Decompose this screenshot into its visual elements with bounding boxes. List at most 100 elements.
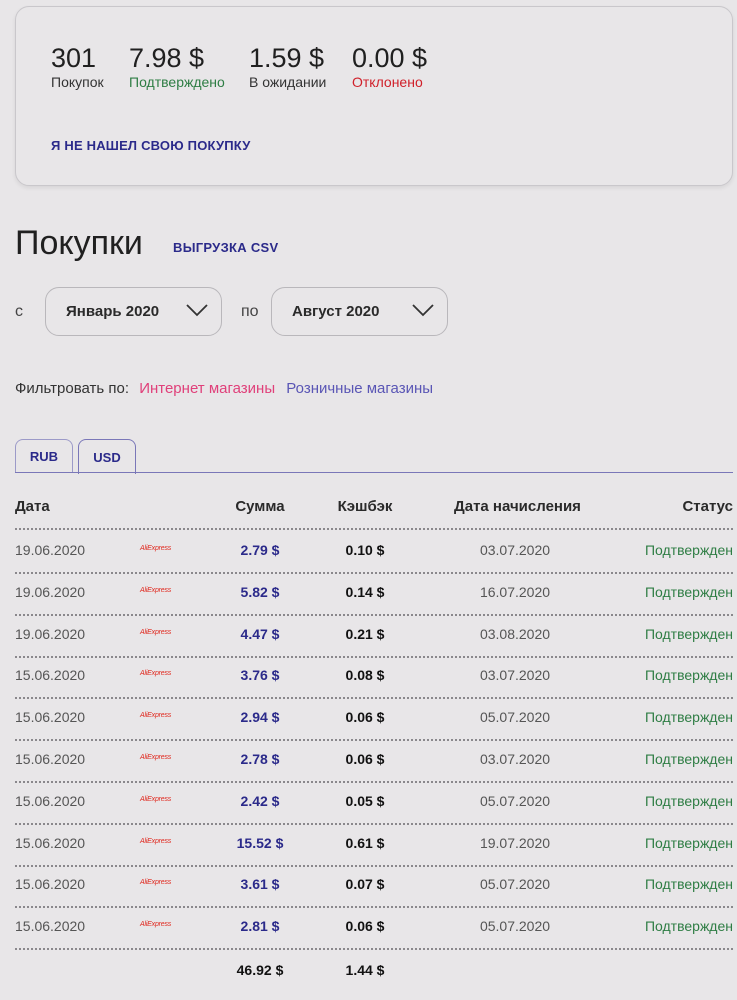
row-amount: 2.78 $ [240,751,280,767]
row-status: Подтвержден [644,542,733,558]
csv-export-link[interactable]: ВЫГРУЗКА CSV [173,240,278,255]
month-from-select[interactable]: Январь 2020 [45,287,222,336]
row-status: Подтвержден [644,835,733,851]
header-accrual-date: Дата начисления [454,498,581,515]
row-status: Подтвержден [644,793,733,809]
row-date: 19.06.2020 [15,584,86,600]
stat-rejected: 0.00 $ Отклонено [352,43,427,91]
total-amount: 46.92 $ [236,962,284,978]
table-row: 15.06.2020 AliExpress 15.52 $ 0.61 $ 19.07.2… [15,823,733,865]
row-accrual-date: 05.07.2020 [479,793,551,809]
shop-logo: AliExpress [140,796,172,803]
row-date: 15.06.2020 [15,835,86,851]
row-amount: 15.52 $ [236,835,284,851]
summary-card: 301 Покупок 7.98 $ Подтверждено 1.59 $ В… [15,6,733,186]
store-filter: Фильтровать по: Интернет магазины Рознич… [15,380,433,397]
purchases-label: Покупок [51,74,104,90]
shop-logo: AliExpress [140,587,172,594]
table-row: 15.06.2020 AliExpress 2.94 $ 0.06 $ 05.07.20… [15,697,733,739]
stat-pending: 1.59 $ В ожидании [249,43,326,91]
shop-logo: AliExpress [140,545,172,552]
month-to-select[interactable]: Август 2020 [271,287,448,336]
table-row: 15.06.2020 AliExpress 3.76 $ 0.08 $ 03.07.20… [15,655,733,697]
chevron-down-icon [411,302,435,323]
month-to-value: Август 2020 [292,303,380,320]
filter-label: Фильтровать по: [15,380,130,397]
row-cashback: 0.61 $ [345,835,385,851]
shop-logo: AliExpress [140,712,172,719]
chevron-down-icon [185,302,209,323]
not-found-purchase-link[interactable]: Я НЕ НАШЕЛ СВОЮ ПОКУПКУ [51,138,251,153]
range-from-label: с [15,303,23,320]
shop-logo: AliExpress [140,921,172,928]
row-amount: 4.47 $ [240,626,280,642]
tab-rub[interactable]: RUB [15,439,73,473]
row-accrual-date: 05.07.2020 [479,709,551,725]
row-accrual-date: 05.07.2020 [479,876,551,892]
shop-logo: AliExpress [140,879,172,886]
row-accrual-date: 16.07.2020 [479,584,551,600]
row-accrual-date: 03.07.2020 [479,667,551,683]
row-status: Подтвержден [644,709,733,725]
row-accrual-date: 19.07.2020 [479,835,551,851]
row-date: 15.06.2020 [15,709,86,725]
month-from-value: Январь 2020 [66,303,160,320]
row-date: 15.06.2020 [15,751,86,767]
shop-logo: AliExpress [140,629,172,636]
row-amount: 2.81 $ [240,918,280,934]
row-amount: 3.76 $ [240,667,280,683]
row-cashback: 0.06 $ [345,709,385,725]
row-amount: 3.61 $ [240,876,280,892]
row-amount: 2.94 $ [240,709,280,725]
table-row: 19.06.2020 AliExpress 2.79 $ 0.10 $ 03.07.20… [15,530,733,572]
row-accrual-date: 03.07.2020 [479,751,551,767]
row-status: Подтвержден [644,584,733,600]
header-date: Дата [15,498,50,515]
row-cashback: 0.10 $ [345,542,385,558]
confirmed-amount: 7.98 $ [129,43,205,73]
row-status: Подтвержден [644,667,733,683]
tabs-divider [15,472,733,473]
table-row: 19.06.2020 AliExpress 5.82 $ 0.14 $ 16.07.20… [15,572,733,614]
stat-confirmed: 7.98 $ Подтверждено [129,43,225,91]
row-cashback: 0.08 $ [345,667,385,683]
confirmed-label: Подтверждено [129,74,225,90]
row-date: 15.06.2020 [15,918,86,934]
row-amount: 2.42 $ [240,793,280,809]
row-cashback: 0.05 $ [345,793,385,809]
header-status: Статус [682,498,733,515]
row-status: Подтвержден [644,876,733,892]
header-amount: Сумма [235,498,285,515]
range-to-label: по [241,303,259,320]
tab-usd[interactable]: USD [78,439,136,474]
table-row: 15.06.2020 AliExpress 2.81 $ 0.06 $ 05.07.20… [15,906,733,948]
rejected-label: Отклонено [352,74,423,90]
filter-retail-stores[interactable]: Розничные магазины [286,380,433,397]
row-separator [15,948,733,950]
row-amount: 2.79 $ [240,542,280,558]
row-date: 19.06.2020 [15,626,86,642]
header-cashback: Кэшбэк [337,498,393,515]
shop-logo: AliExpress [140,670,172,677]
row-date: 15.06.2020 [15,793,86,809]
row-cashback: 0.06 $ [345,918,385,934]
purchases-count: 301 [51,43,97,73]
row-amount: 5.82 $ [240,584,280,600]
table-row: 15.06.2020 AliExpress 2.42 $ 0.05 $ 05.07.20… [15,781,733,823]
shop-logo: AliExpress [140,838,172,845]
rejected-amount: 0.00 $ [352,43,428,73]
row-date: 15.06.2020 [15,667,86,683]
filter-online-stores[interactable]: Интернет магазины [139,380,275,397]
stat-purchases: 301 Покупок [51,43,104,91]
table-row: 15.06.2020 AliExpress 3.61 $ 0.07 $ 05.07.20… [15,864,733,906]
total-cashback: 1.44 $ [345,962,385,978]
shop-logo: AliExpress [140,754,172,761]
row-cashback: 0.21 $ [345,626,385,642]
row-cashback: 0.06 $ [345,751,385,767]
row-status: Подтвержден [644,918,733,934]
row-status: Подтвержден [644,751,733,767]
row-cashback: 0.07 $ [345,876,385,892]
row-cashback: 0.14 $ [345,584,385,600]
pending-label: В ожидании [249,74,327,90]
table-row: 15.06.2020 AliExpress 2.78 $ 0.06 $ 03.07.20… [15,739,733,781]
